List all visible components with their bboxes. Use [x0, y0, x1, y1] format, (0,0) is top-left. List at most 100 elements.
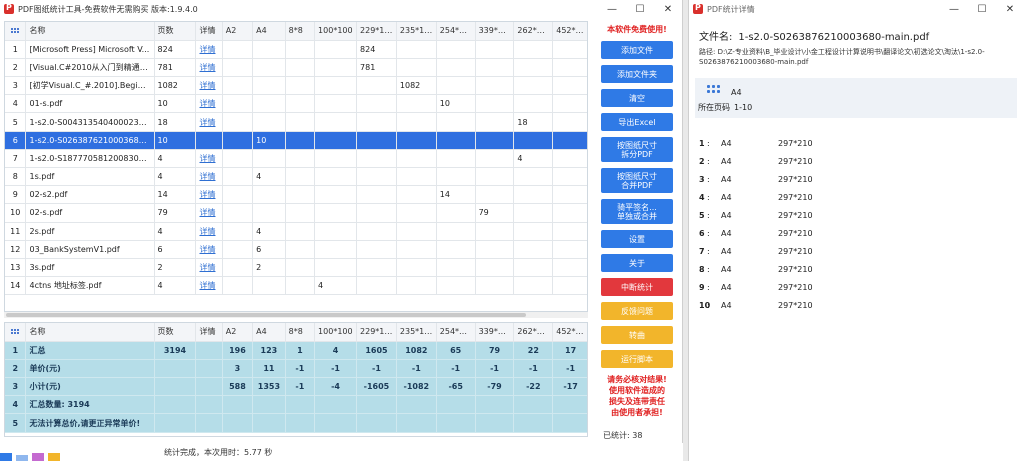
column-header[interactable]: 名称: [25, 323, 155, 342]
column-header[interactable]: 339*190: [475, 22, 515, 41]
column-header[interactable]: 262*192: [513, 323, 554, 342]
action-button[interactable]: 运行脚本: [601, 350, 673, 368]
column-header[interactable]: 235*187: [396, 323, 437, 342]
action-button[interactable]: 添加文件: [601, 41, 673, 59]
action-button[interactable]: 反馈问题: [601, 302, 673, 320]
column-header[interactable]: 339*190: [475, 323, 515, 342]
maximize-button[interactable]: ☐: [968, 0, 996, 18]
column-header[interactable]: A2: [222, 22, 254, 41]
table-row[interactable]: 12 03_BankSystemV1.pdf 6 详情 6: [5, 240, 587, 259]
detail-cell[interactable]: 详情: [195, 258, 223, 278]
detail-cell[interactable]: 详情: [195, 185, 223, 205]
detail-link[interactable]: 详情: [199, 190, 215, 199]
column-header[interactable]: 详情: [195, 323, 223, 342]
detail-cell[interactable]: 详情: [195, 40, 223, 59]
detail-cell[interactable]: 详情: [195, 167, 223, 187]
taskbar-app-icon[interactable]: [0, 453, 12, 461]
column-header[interactable]: 452*254: [552, 323, 587, 342]
detail-cell[interactable]: 详情: [195, 94, 223, 114]
action-button[interactable]: 按图纸尺寸 拆分PDF: [601, 137, 673, 162]
table-row[interactable]: 1 [Microsoft Press] Microsoft V... 824 详情 82…: [5, 40, 587, 59]
column-header[interactable]: 名称: [25, 22, 155, 41]
scrollbar-thumb[interactable]: [6, 313, 526, 317]
column-header[interactable]: 100*100: [314, 22, 358, 41]
table-row[interactable]: 13 3s.pdf 2 详情 2: [5, 258, 587, 278]
size-count-cell: [285, 258, 316, 278]
column-header[interactable]: A2: [222, 323, 254, 342]
horizontal-scrollbar[interactable]: [4, 312, 588, 318]
column-header[interactable]: 229*187: [356, 22, 397, 41]
summary-value-cell: [396, 413, 437, 433]
detail-link[interactable]: 详情: [199, 45, 215, 54]
detail-cell[interactable]: 详情: [195, 222, 223, 241]
detail-link[interactable]: 详情: [199, 99, 215, 108]
taskbar-app-icon[interactable]: [16, 455, 28, 461]
size-count-cell: [356, 94, 397, 114]
action-button[interactable]: 骑平签名... 单独或合并: [601, 199, 673, 224]
table-row[interactable]: 11 2s.pdf 4 详情 4: [5, 222, 587, 241]
table-row[interactable]: 7 1-s2.0-S1877705812008302-... 4 详情 4: [5, 149, 587, 169]
action-button[interactable]: 关于: [601, 254, 673, 272]
detail-cell[interactable]: 详情: [195, 112, 223, 132]
action-button[interactable]: 转曲: [601, 326, 673, 344]
column-header[interactable]: 页数: [154, 323, 197, 342]
detail-cell[interactable]: 详情: [195, 76, 223, 96]
detail-cell[interactable]: 详情: [195, 240, 223, 259]
table-row[interactable]: 6 1-s2.0-S0263876210003680-... 10 10: [5, 131, 587, 150]
size-count-cell: [314, 222, 358, 241]
table-row[interactable]: 8 1s.pdf 4 详情 4: [5, 167, 587, 187]
close-button[interactable]: ✕: [654, 0, 682, 18]
column-header[interactable]: 详情: [195, 22, 223, 41]
column-header[interactable]: 262*192: [513, 22, 554, 41]
minimize-button[interactable]: —: [940, 0, 968, 18]
detail-link[interactable]: 详情: [199, 281, 215, 290]
column-header[interactable]: A4: [252, 22, 286, 41]
detail-cell[interactable]: [195, 131, 223, 150]
detail-cell[interactable]: 详情: [195, 149, 223, 169]
column-header[interactable]: 229*187: [356, 323, 397, 342]
size-count-cell: [552, 258, 587, 278]
detail-link[interactable]: 详情: [199, 81, 215, 90]
size-count-cell: 10: [252, 131, 286, 150]
table-row[interactable]: 14 4ctns 地址标签.pdf 4 详情 4: [5, 276, 587, 296]
table-row[interactable]: 3 [初学Visual.C_#.2010].Beginni... 1082 详情 108…: [5, 76, 587, 96]
minimize-button[interactable]: —: [598, 0, 626, 18]
detail-link[interactable]: 详情: [199, 63, 215, 72]
detail-cell[interactable]: 详情: [195, 276, 223, 296]
detail-link[interactable]: 详情: [199, 245, 215, 254]
detail-link[interactable]: 详情: [199, 208, 215, 217]
detail-link[interactable]: 详情: [199, 154, 215, 163]
action-button[interactable]: 添加文件夹: [601, 65, 673, 83]
column-header[interactable]: 页数: [154, 22, 197, 41]
table-row[interactable]: 9 02-s2.pdf 14 详情 14: [5, 185, 587, 205]
detail-link[interactable]: 详情: [199, 118, 215, 127]
action-button[interactable]: 中断统计: [601, 278, 673, 296]
column-header[interactable]: 100*100: [314, 323, 358, 342]
table-row[interactable]: 10 02-s.pdf 79 详情 79: [5, 203, 587, 223]
column-header[interactable]: 452*254: [552, 22, 587, 41]
column-header[interactable]: 254*190: [436, 323, 476, 342]
action-button[interactable]: 按图纸尺寸 合并PDF: [601, 168, 673, 193]
column-header[interactable]: 254*190: [436, 22, 476, 41]
summary-value-cell: [222, 413, 254, 433]
column-header[interactable]: 235*187: [396, 22, 437, 41]
taskbar-app-icon[interactable]: [32, 453, 44, 461]
table-row[interactable]: 2 [Visual.C#2010从入门到精通].[... 781 详情 781: [5, 58, 587, 78]
detail-cell[interactable]: 详情: [195, 203, 223, 223]
table-row[interactable]: 5 1-s2.0-S0043135404000235-... 18 详情 18: [5, 112, 587, 132]
size-group-panel[interactable]: A4 所在页码 1-10: [695, 78, 1017, 118]
detail-link[interactable]: 详情: [199, 263, 215, 272]
column-header[interactable]: 8*8: [285, 323, 316, 342]
maximize-button[interactable]: ☐: [626, 0, 654, 18]
column-header[interactable]: A4: [252, 323, 286, 342]
taskbar-app-icon[interactable]: [48, 453, 60, 461]
action-button[interactable]: 导出Excel: [601, 113, 673, 131]
close-button[interactable]: ✕: [996, 0, 1024, 18]
action-button[interactable]: 清空: [601, 89, 673, 107]
table-row[interactable]: 4 01-s.pdf 10 详情 10: [5, 94, 587, 114]
column-header[interactable]: 8*8: [285, 22, 316, 41]
detail-cell[interactable]: 详情: [195, 58, 223, 78]
action-button[interactable]: 设置: [601, 230, 673, 248]
detail-link[interactable]: 详情: [199, 227, 215, 236]
detail-link[interactable]: 详情: [199, 172, 215, 181]
